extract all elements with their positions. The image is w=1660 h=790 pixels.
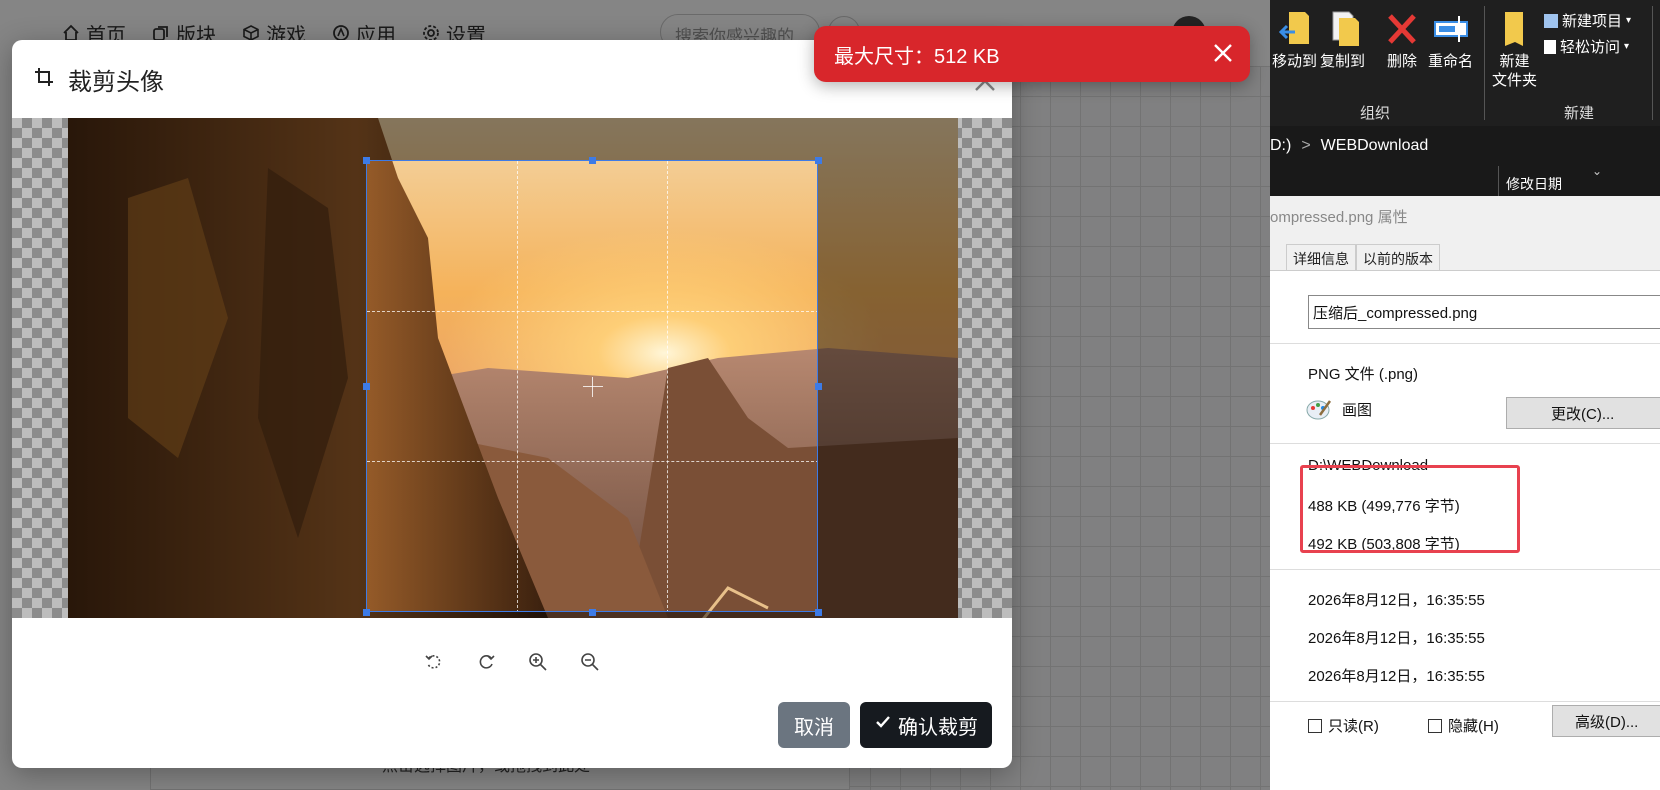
column-separator (1498, 166, 1499, 196)
close-icon[interactable] (1210, 40, 1236, 66)
crop-handle-nw[interactable] (363, 157, 370, 164)
address-drive[interactable]: D:) (1270, 137, 1291, 155)
file-type-value: PNG 文件 (.png) (1308, 366, 1419, 383)
crop-center-mark (583, 386, 603, 387)
readonly-checkbox[interactable]: 只读(R) (1308, 715, 1379, 736)
ribbon-group-organize: 组织 (1360, 105, 1391, 122)
rotate-right-icon[interactable] (475, 651, 497, 673)
zoom-out-icon[interactable] (579, 651, 601, 673)
ribbon-group-new: 新建 (1564, 105, 1595, 122)
toast-message: 最大尺寸：512 KB (834, 45, 1000, 68)
hidden-checkbox[interactable]: 隐藏(H) (1428, 715, 1499, 736)
paint-app-icon (1306, 397, 1332, 421)
crop-icon (34, 67, 54, 92)
delete-label: 删除 (1386, 53, 1417, 70)
new-folder-label-line1: 新建 (1499, 53, 1530, 70)
crop-handle-s[interactable] (589, 609, 596, 616)
filename-field[interactable]: 压缩后_compressed.png (1308, 295, 1660, 329)
chevron-right-icon: > (1301, 137, 1311, 154)
crop-grid-line (367, 311, 817, 312)
properties-separator (1270, 701, 1660, 702)
move-to-button[interactable]: 移动到 (1272, 8, 1317, 71)
new-folder-label-line2: 文件夹 (1492, 72, 1538, 89)
cancel-button[interactable]: 取消 (778, 702, 850, 748)
crop-handle-sw[interactable] (363, 609, 370, 616)
properties-separator (1270, 343, 1660, 344)
new-item-icon (1544, 13, 1558, 28)
crop-grid-line (517, 161, 518, 611)
crop-dim-top (366, 118, 818, 160)
change-open-with-button[interactable]: 更改(C)... (1506, 397, 1660, 429)
properties-separator (1270, 443, 1660, 444)
address-bar[interactable]: D:) > WEBDownload (1270, 126, 1660, 166)
crop-canvas[interactable] (12, 118, 1012, 618)
new-item-label: 新建项目 (1562, 13, 1623, 30)
delete-button[interactable]: 删除 (1384, 8, 1420, 71)
properties-separator (1270, 569, 1660, 570)
crop-toolbar (12, 640, 1012, 684)
tab-previous-versions[interactable]: 以前的版本 (1356, 244, 1440, 270)
ribbon-separator (1484, 6, 1485, 120)
checkbox-box[interactable] (1428, 718, 1442, 733)
crop-grid-line (367, 461, 817, 462)
open-with-value: 画图 (1342, 402, 1373, 419)
created-date-value: 2026年8月12日，16:35:55 (1308, 592, 1485, 609)
error-toast: 最大尺寸：512 KB (814, 26, 1250, 82)
properties-body: 压缩后_compressed.png PNG 文件 (.png) 画图 更改(C… (1270, 270, 1660, 790)
new-folder-button[interactable]: 新建 文件夹 (1492, 8, 1537, 90)
properties-title: ompressed.png 属性 (1270, 209, 1408, 226)
dialog-footer: 取消 确认裁剪 (778, 702, 992, 748)
copy-to-label: 复制到 (1320, 53, 1366, 70)
crop-handle-n[interactable] (589, 157, 596, 164)
file-explorer-window: 移动到 复制到 删除 重命名 新建 文件夹 新建项目 ▾ 轻松访问 ▾ 组织 新… (1270, 0, 1660, 790)
crop-handle-w[interactable] (363, 383, 370, 390)
checkbox-box[interactable] (1308, 718, 1322, 733)
easy-access-button[interactable]: 轻松访问 ▾ (1544, 36, 1629, 57)
rename-button[interactable]: 重命名 (1428, 8, 1473, 71)
explorer-ribbon: 移动到 复制到 删除 重命名 新建 文件夹 新建项目 ▾ 轻松访问 ▾ 组织 新… (1270, 0, 1660, 126)
hidden-label: 隐藏(H) (1448, 718, 1499, 735)
confirm-crop-button[interactable]: 确认裁剪 (860, 702, 992, 748)
move-to-icon (1278, 12, 1309, 44)
crop-handle-ne[interactable] (815, 157, 822, 164)
crop-avatar-dialog: 裁剪头像 取消 确认裁剪 (12, 40, 1012, 768)
tab-details[interactable]: 详细信息 (1286, 244, 1356, 270)
crop-center-mark (592, 377, 593, 397)
readonly-label: 只读(R) (1328, 718, 1379, 735)
column-header-modified-date[interactable]: 修改日期 (1506, 174, 1562, 194)
accessed-date-value: 2026年8月12日，16:35:55 (1308, 668, 1485, 685)
check-icon (874, 713, 892, 737)
dropdown-arrow-icon: ▾ (1624, 41, 1630, 52)
rotate-left-icon[interactable] (423, 651, 445, 673)
zoom-in-icon[interactable] (527, 651, 549, 673)
size-highlight-annotation (1300, 465, 1520, 553)
new-item-button[interactable]: 新建项目 ▾ (1544, 10, 1631, 31)
easy-access-icon (1544, 39, 1556, 54)
crop-handle-e[interactable] (815, 383, 822, 390)
new-folder-icon (1504, 12, 1523, 46)
rename-label: 重命名 (1428, 53, 1474, 70)
advanced-button[interactable]: 高级(D)... (1552, 705, 1660, 737)
address-folder[interactable]: WEBDownload (1321, 137, 1429, 155)
dialog-title: 裁剪头像 (68, 68, 164, 96)
delete-icon (1388, 14, 1416, 44)
copy-to-button[interactable]: 复制到 (1320, 8, 1365, 71)
crop-dim-left (68, 118, 366, 618)
ribbon-separator (1652, 6, 1653, 120)
confirm-crop-label: 确认裁剪 (898, 716, 978, 739)
modified-date-value: 2026年8月12日，16:35:55 (1308, 630, 1485, 647)
rename-icon (1433, 16, 1468, 42)
copy-to-icon (1332, 11, 1359, 46)
dropdown-arrow-icon: ▾ (1626, 15, 1632, 26)
crop-handle-se[interactable] (815, 609, 822, 616)
file-properties-window: ompressed.png 属性 详细信息 以前的版本 压缩后_compress… (1270, 196, 1660, 790)
crop-grid-line (667, 161, 668, 611)
crop-dim-right (818, 118, 958, 618)
move-to-label: 移动到 (1272, 53, 1318, 70)
properties-tabs: 详细信息 以前的版本 (1270, 244, 1440, 270)
column-header-row: 修改日期 ⌄ (1270, 164, 1660, 196)
easy-access-label: 轻松访问 (1560, 39, 1621, 56)
chevron-down-icon: ⌄ (1592, 164, 1603, 178)
crop-selection-box[interactable] (366, 160, 818, 612)
